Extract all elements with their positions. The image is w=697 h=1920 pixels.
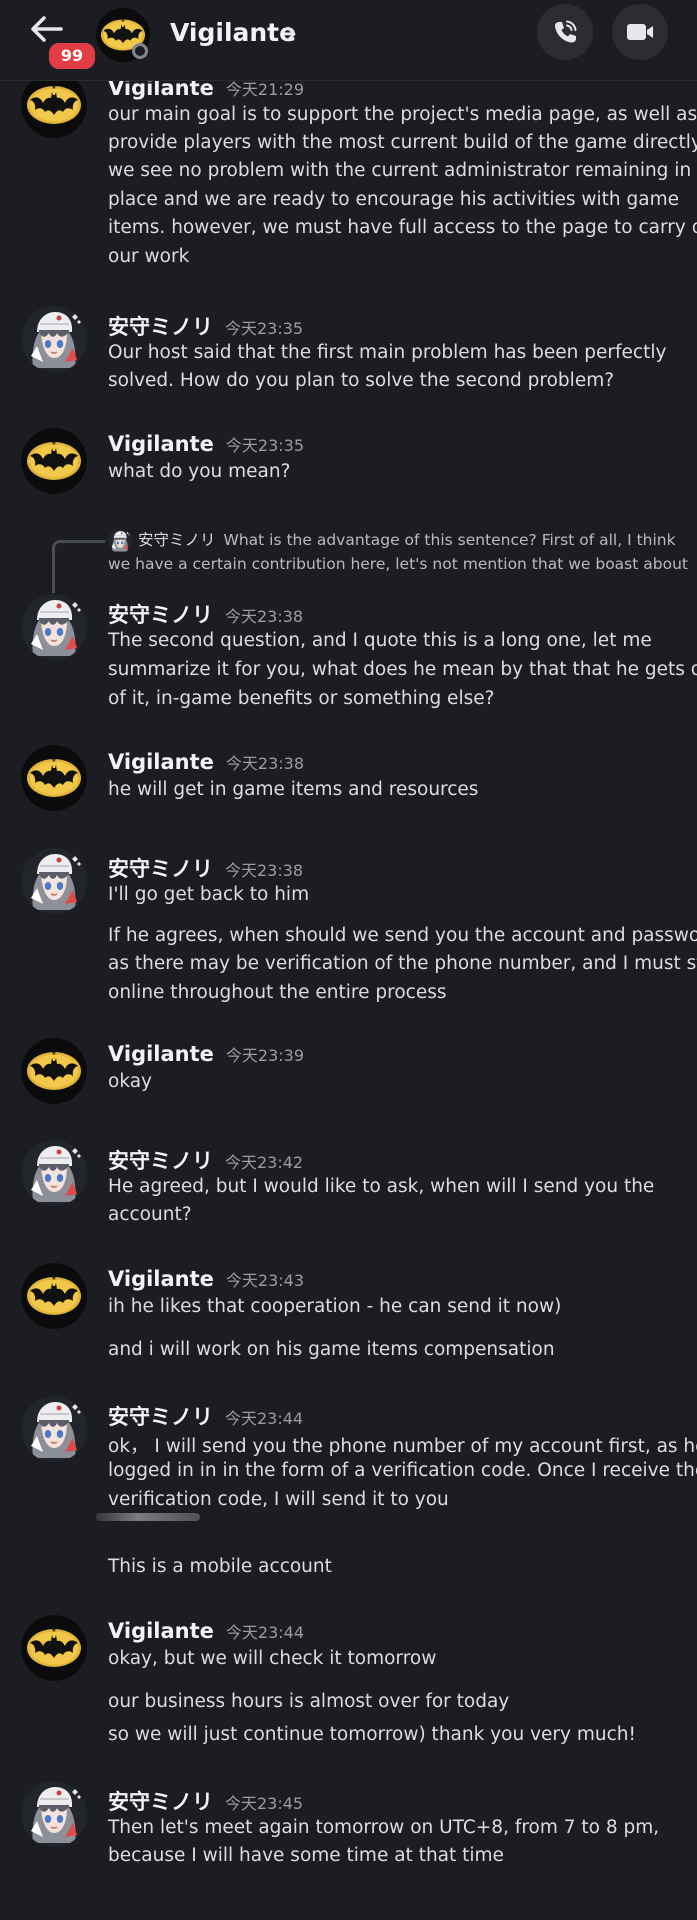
reply-text: What is the advantage of this sentence? …	[223, 531, 676, 549]
message-text: ok， I will send you the phone number of …	[108, 1436, 697, 1457]
video-call-button[interactable]	[612, 4, 668, 60]
reply-text: we have a certain contribution here, let…	[108, 554, 688, 573]
message-text: The second question, and I quote this is…	[108, 630, 652, 651]
status-indicator-icon	[132, 43, 148, 59]
avatar[interactable]	[21, 1615, 87, 1681]
message-timestamp: 今天23:44	[225, 1409, 304, 1428]
message-timestamp: 今天23:45	[225, 1794, 304, 1813]
message-timestamp: 今天23:39	[225, 1046, 305, 1065]
message-timestamp: 今天23:43	[225, 1271, 305, 1290]
message-author[interactable]: 安守ミノリ	[108, 857, 213, 881]
message-text: he will get in game items and resources	[108, 779, 479, 800]
message-author[interactable]: Vigilante	[108, 750, 214, 774]
message-text: items. however, we must have full access…	[108, 217, 697, 238]
message-text: our work	[108, 246, 190, 267]
voice-call-button[interactable]	[537, 4, 593, 60]
message-author[interactable]: Vigilante	[108, 1042, 214, 1066]
chevron-right-icon[interactable]	[284, 24, 298, 44]
avatar[interactable]	[21, 1781, 87, 1847]
avatar[interactable]	[21, 1263, 87, 1329]
message-author[interactable]: Vigilante	[108, 432, 214, 456]
reply-connector	[52, 540, 105, 593]
message-text: solved. How do you plan to solve the sec…	[108, 370, 615, 391]
avatar[interactable]	[21, 428, 87, 494]
message-text: as there may be verification of the phon…	[108, 953, 697, 974]
channel-title[interactable]: Vigilante	[170, 18, 296, 47]
message-text: provide players with the most current bu…	[108, 132, 697, 153]
chat-header: 99 Vigilante	[0, 0, 697, 81]
video-camera-icon	[627, 24, 653, 40]
message-text: logged in in in the form of a verificati…	[108, 1460, 697, 1481]
avatar[interactable]	[21, 306, 87, 372]
reply-author: 安守ミノリ	[138, 531, 216, 549]
message-text: what do you mean?	[108, 461, 291, 482]
message-author[interactable]: 安守ミノリ	[108, 315, 213, 339]
message-author[interactable]: 安守ミノリ	[108, 1405, 213, 1429]
reply-preview[interactable]: 安守ミノリ What is the advantage of this sente…	[108, 528, 688, 573]
message-text: summarize it for you, what does he mean …	[108, 659, 697, 680]
message-author[interactable]: 安守ミノリ	[108, 1149, 213, 1173]
message-text: place and we are ready to encourage his …	[108, 189, 680, 210]
message-text: so we will just continue tomorrow) thank…	[108, 1724, 636, 1745]
message-timestamp: 今天23:35	[225, 436, 305, 455]
message-text: This is a mobile account	[108, 1556, 332, 1577]
message-text: our business hours is almost over for to…	[108, 1691, 510, 1712]
message-text: because I will have some time at that ti…	[108, 1845, 504, 1866]
message-text: ih he likes that cooperation - he can se…	[108, 1296, 562, 1317]
message-text: He agreed, but I would like to ask, when…	[108, 1176, 655, 1197]
avatar[interactable]	[21, 1038, 87, 1104]
message-timestamp: 今天23:42	[225, 1153, 304, 1172]
message-text: of it, in-game benefits or something els…	[108, 688, 495, 709]
message-timestamp: 今天23:38	[225, 861, 304, 880]
message-timestamp: 今天23:44	[225, 1623, 305, 1642]
message-text: online throughout the entire process	[108, 982, 447, 1003]
message-text: account?	[108, 1204, 192, 1225]
message-text: verification code, I will send it to you	[108, 1489, 449, 1510]
avatar[interactable]	[21, 1140, 87, 1206]
unread-badge: 99	[46, 40, 98, 72]
avatar[interactable]	[21, 72, 87, 138]
message-text: okay, but we will check it tomorrow	[108, 1648, 437, 1669]
message-timestamp: 今天23:35	[225, 319, 304, 338]
phone-call-icon	[555, 20, 577, 43]
message-text: Our host said that the first main proble…	[108, 342, 667, 363]
message-author[interactable]: 安守ミノリ	[108, 1790, 213, 1814]
message-text: okay	[108, 1071, 152, 1092]
message-text: I'll go get back to him	[108, 884, 310, 905]
message-author[interactable]: 安守ミノリ	[108, 603, 213, 627]
message-text: If he agrees, when should we send you th…	[108, 925, 697, 946]
message-text: our main goal is to support the project'…	[108, 104, 697, 125]
message-text: Then let's meet again tomorrow on UTC+8,…	[108, 1817, 660, 1838]
message-author[interactable]: Vigilante	[108, 1619, 214, 1643]
avatar	[108, 528, 132, 553]
message-timestamp: 今天23:38	[225, 607, 304, 626]
avatar[interactable]	[21, 1396, 87, 1462]
scribble-mark	[96, 1513, 200, 1521]
message-text: and i will work on his game items compen…	[108, 1339, 555, 1360]
message-timestamp: 今天23:38	[225, 754, 305, 773]
avatar[interactable]	[21, 594, 87, 660]
message-timestamp: 今天21:29	[225, 80, 305, 99]
message-author[interactable]: Vigilante	[108, 1267, 214, 1291]
avatar[interactable]	[21, 745, 87, 811]
message-text: we see no problem with the current admin…	[108, 160, 697, 181]
avatar[interactable]	[21, 848, 87, 914]
